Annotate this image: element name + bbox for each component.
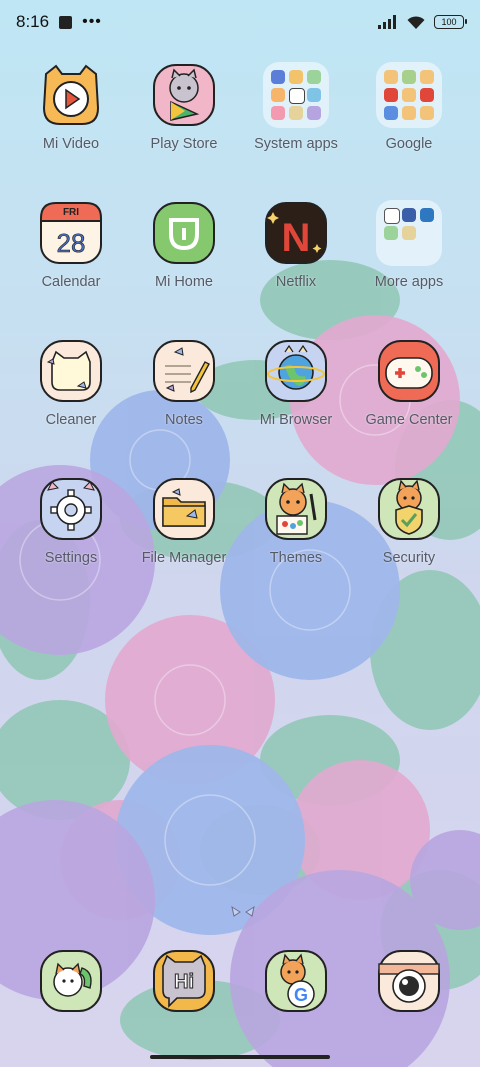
camera-icon <box>378 950 440 1012</box>
chrome-icon: G <box>265 950 327 1012</box>
dock-chrome[interactable]: G <box>241 948 351 1014</box>
dock-phone[interactable] <box>16 948 126 1014</box>
chrome-text: G <box>294 985 308 1005</box>
dock-messages[interactable]: Hi <box>129 948 239 1014</box>
phone-icon <box>40 950 102 1012</box>
messages-text: Hi <box>174 971 194 993</box>
wifi-icon <box>407 15 425 29</box>
battery-icon: 100 <box>434 15 467 29</box>
dock: Hi G <box>0 0 480 1067</box>
dock-camera[interactable] <box>354 948 464 1014</box>
battery-level: 100 <box>441 17 457 27</box>
square-icon <box>59 15 73 29</box>
status-bar: 8:16 ••• 100 <box>0 0 480 44</box>
more-dots-icon: ••• <box>82 13 102 30</box>
status-left: 8:16 ••• <box>16 12 102 32</box>
home-indicator[interactable] <box>150 1055 330 1059</box>
messages-icon: Hi <box>153 950 215 1012</box>
signal-icon <box>378 15 396 29</box>
status-time: 8:16 <box>16 12 50 31</box>
status-right: 100 <box>378 15 467 30</box>
